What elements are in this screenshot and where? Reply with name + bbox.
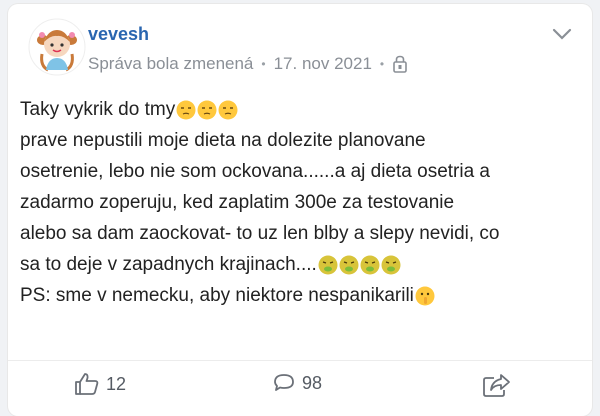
post-meta: Správa bola zmenená • 17. nov 2021 • (88, 54, 408, 74)
nauseated-face-icon (381, 255, 401, 274)
unamused-face-icon (218, 100, 238, 119)
separator-dot: • (379, 57, 385, 71)
thumbs-up-icon (75, 373, 99, 395)
unamused-face-icon (197, 100, 217, 119)
like-button[interactable]: 12 (74, 372, 126, 396)
post-line: alebo sa dam zaockovat- to uz len blby a… (20, 223, 500, 244)
share-button[interactable] (482, 372, 512, 398)
lock-icon (392, 55, 408, 73)
post-menu-button[interactable] (548, 24, 576, 44)
post-date: 17. nov 2021 (273, 54, 372, 73)
post-body: Taky vykrik do tmy prave nepustili moje … (20, 94, 580, 311)
chevron-down-icon (552, 28, 572, 40)
post-actions: 12 98 (8, 362, 592, 412)
emoji-group (415, 286, 435, 306)
share-icon (483, 374, 510, 397)
edited-label: Správa bola zmenená (88, 54, 254, 73)
post-line: sa to deje v zapadnych krajinach.... (20, 249, 580, 280)
post-line: prave nepustili moje dieta na dolezite p… (20, 130, 426, 151)
post-card: vevesh Správa bola zmenená • 17. nov 202… (8, 4, 592, 416)
comment-count: 98 (302, 372, 323, 393)
emoji-group (176, 100, 238, 120)
post-line: Taky vykrik do tmy (20, 94, 580, 125)
post-line: zadarmo zoperuju, ked zaplatim 300e za t… (20, 192, 455, 213)
comment-button[interactable]: 98 (272, 372, 322, 394)
like-count: 12 (106, 373, 127, 394)
separator-dot: • (261, 57, 266, 71)
nauseated-face-icon (318, 255, 338, 274)
emoji-group (318, 255, 401, 275)
nauseated-face-icon (360, 255, 380, 274)
shushing-face-icon (415, 286, 435, 305)
author-name[interactable]: vevesh (88, 24, 149, 45)
divider (8, 360, 592, 361)
avatar[interactable] (28, 18, 86, 76)
nauseated-face-icon (339, 255, 359, 274)
post-line: PS: sme v nemecku, aby niektore nespanik… (20, 280, 580, 311)
unamused-face-icon (176, 100, 196, 119)
post-line: osetrenie, lebo nie som ockovana......a … (20, 161, 490, 182)
avatar-girl-icon (28, 18, 86, 76)
comment-bubble-icon (274, 374, 294, 391)
